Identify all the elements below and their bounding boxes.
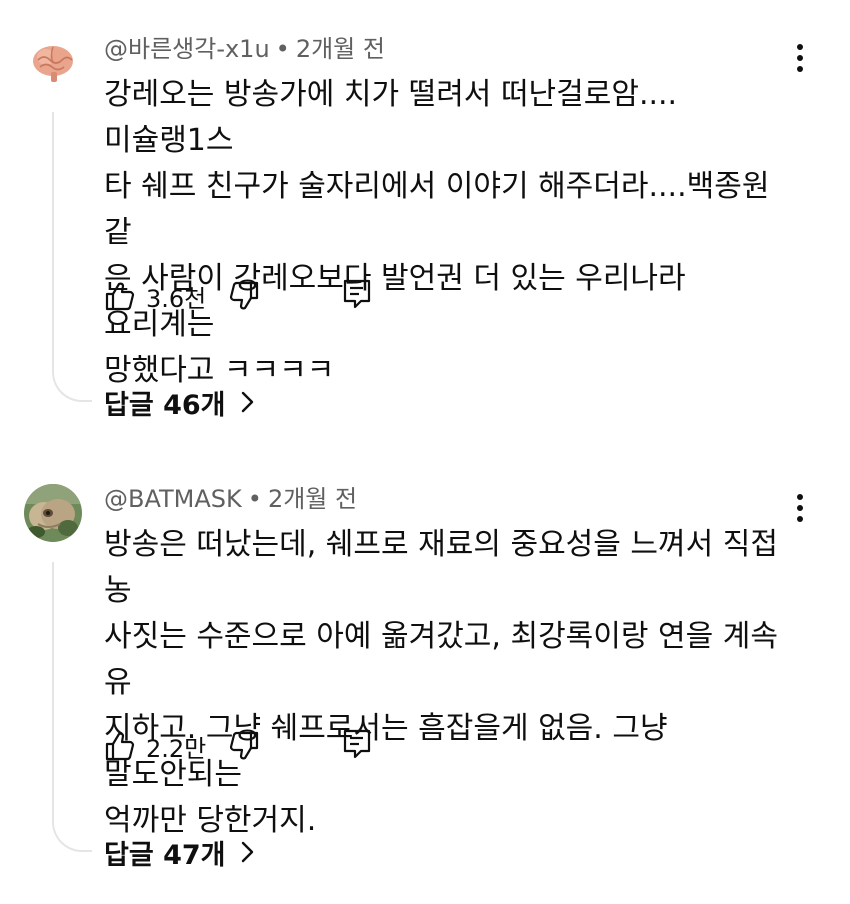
- reply-button[interactable]: [342, 728, 372, 760]
- comment-text: 방송은 떠났는데, 쉐프로 재료의 중요성을 느껴서 직접 농 사짓는 수준으로…: [104, 527, 778, 838]
- more-options-button[interactable]: [780, 40, 820, 76]
- more-vert-icon: [797, 494, 803, 522]
- comment-actions: 3.6천: [104, 276, 371, 316]
- creature-photo-icon: [24, 484, 82, 542]
- reply-icon: [343, 279, 371, 309]
- thumbs-down-icon: [230, 731, 259, 760]
- chevron-right-icon: [240, 390, 254, 414]
- reply-button[interactable]: [342, 278, 372, 310]
- more-options-button[interactable]: [780, 490, 820, 526]
- comment-text: 강레오는 방송가에 치가 떨려서 떠난걸로암....미슐랭1스 타 쉐프 친구가…: [104, 77, 770, 388]
- comment-header: @바른생각-x1u • 2개월 전: [104, 32, 385, 66]
- like-button[interactable]: [104, 730, 136, 762]
- dislike-button[interactable]: [228, 730, 260, 762]
- timestamp[interactable]: 2개월 전: [296, 35, 385, 63]
- author-name[interactable]: @바른생각-x1u: [104, 35, 270, 63]
- separator: •: [275, 35, 290, 63]
- comment-actions: 2.2만: [104, 726, 371, 766]
- brain-icon: [24, 34, 82, 92]
- thread-line: [52, 112, 92, 402]
- like-count: 2.2만: [146, 734, 207, 763]
- like-count: 3.6천: [146, 284, 207, 313]
- thread-line: [52, 562, 92, 852]
- dislike-button[interactable]: [228, 280, 260, 312]
- thumbs-down-icon: [230, 281, 259, 310]
- thumbs-up-icon: [105, 282, 135, 311]
- replies-count: 답글 47개: [104, 839, 226, 871]
- view-replies-button[interactable]: 답글 46개: [104, 380, 254, 424]
- like-button[interactable]: [104, 280, 136, 312]
- chevron-right-icon: [240, 840, 254, 864]
- replies-count: 답글 46개: [104, 389, 226, 421]
- separator: •: [247, 485, 262, 513]
- reply-icon: [343, 729, 371, 759]
- timestamp[interactable]: 2개월 전: [268, 485, 357, 513]
- avatar[interactable]: [24, 484, 82, 542]
- author-name[interactable]: @BATMASK: [104, 485, 242, 513]
- comment-header: @BATMASK • 2개월 전: [104, 482, 357, 516]
- more-vert-icon: [797, 44, 803, 72]
- view-replies-button[interactable]: 답글 47개: [104, 830, 254, 874]
- avatar[interactable]: [24, 34, 82, 92]
- thumbs-up-icon: [105, 732, 135, 761]
